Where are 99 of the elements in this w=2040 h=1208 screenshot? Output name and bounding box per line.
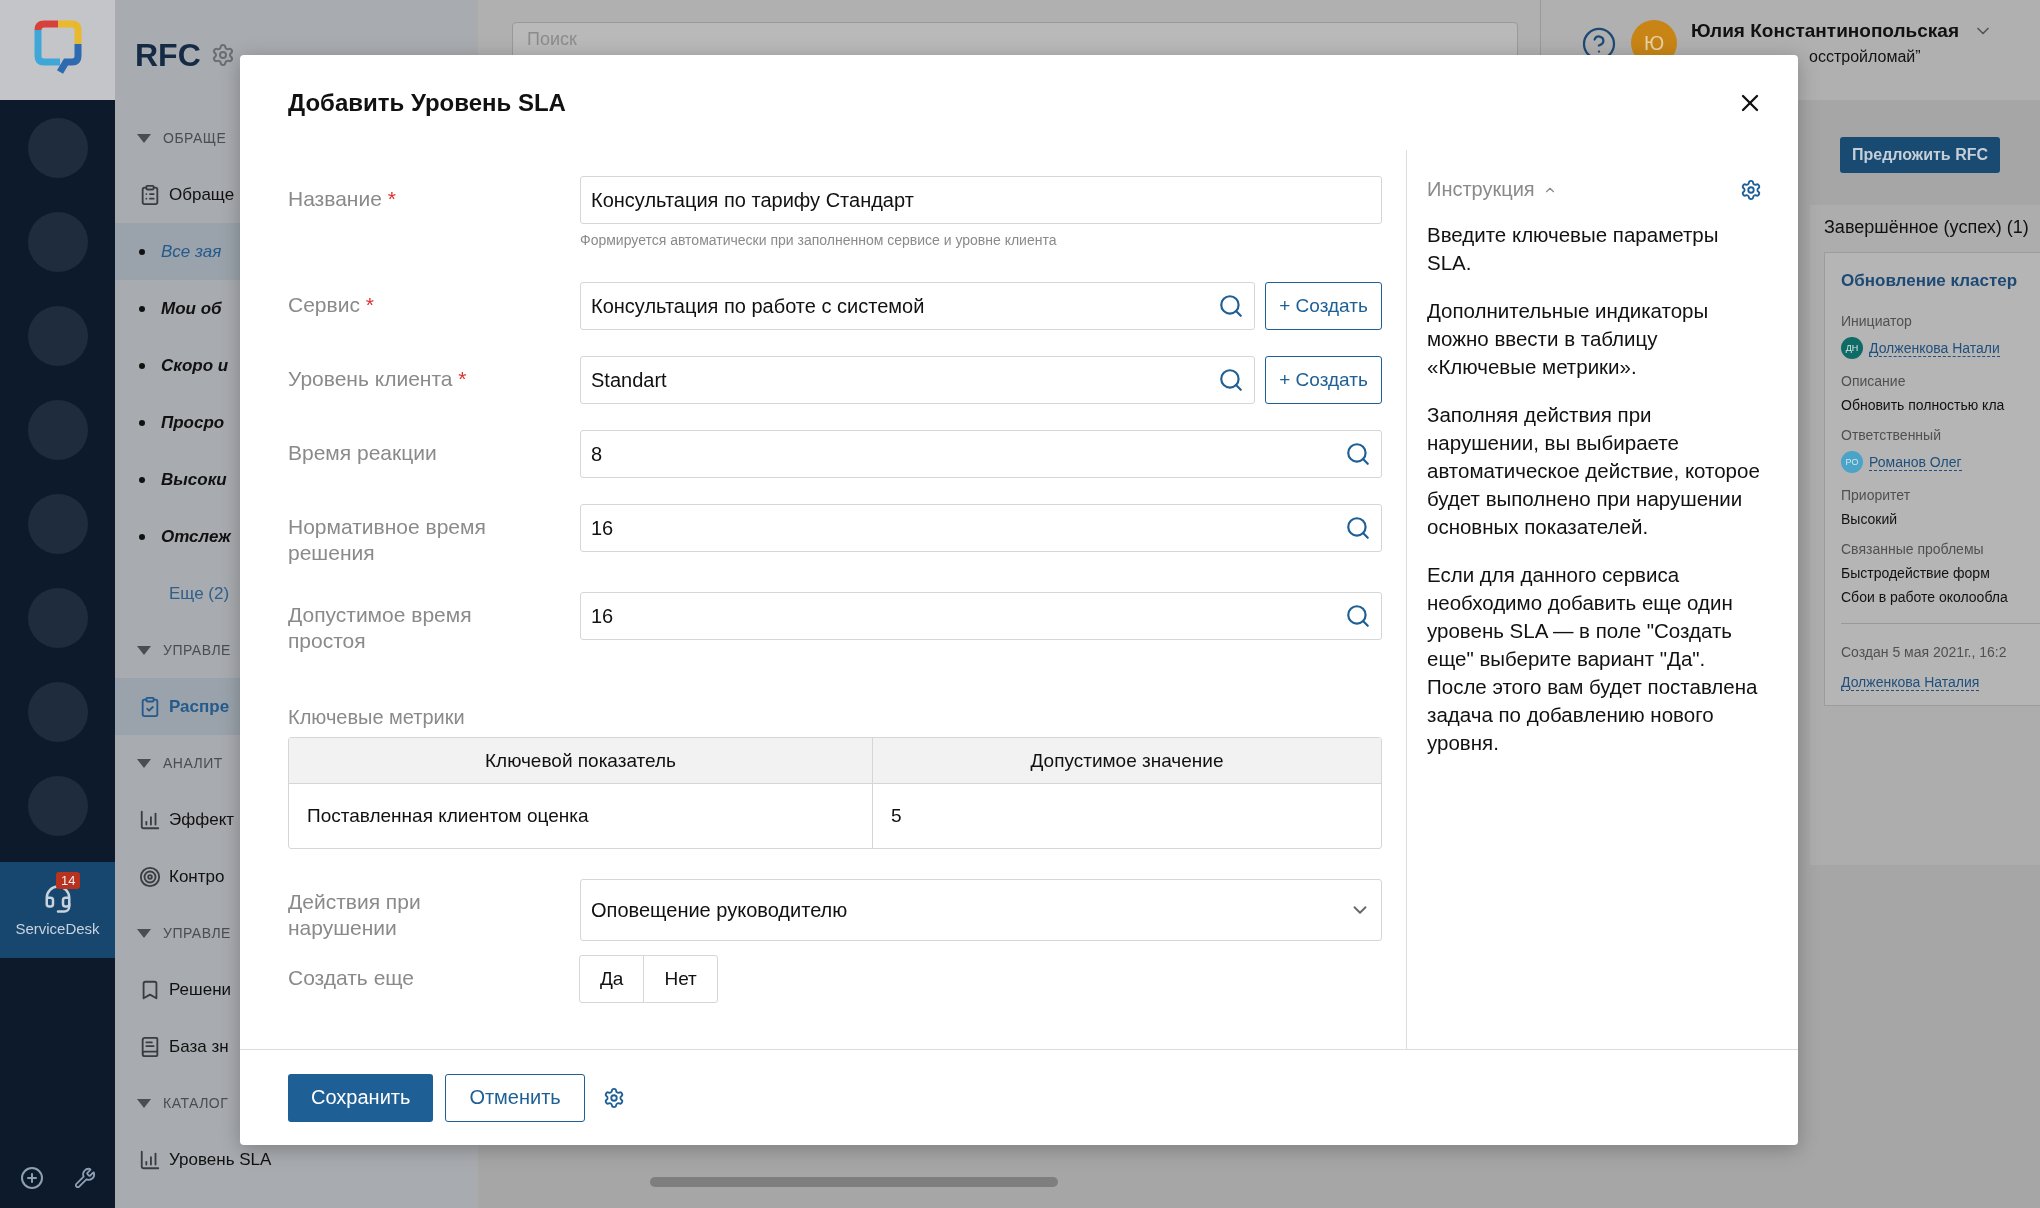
field-label: Допустимое время простоя <box>288 602 473 654</box>
nav-item[interactable]: Контро <box>169 866 225 887</box>
input-field[interactable]: Консультация по работе с системой <box>580 282 1255 330</box>
section-heading: АНАЛИТ <box>163 755 223 771</box>
scrollbar[interactable] <box>650 1177 1058 1187</box>
search-icon[interactable] <box>1345 603 1371 629</box>
table-cell[interactable]: Поставленная клиентом оценка <box>289 784 873 848</box>
clipboard-icon <box>139 183 161 206</box>
field-label: Ответственный <box>1841 427 1942 443</box>
caret-icon[interactable] <box>137 928 151 938</box>
caret-icon[interactable] <box>137 1098 151 1108</box>
nav-item[interactable]: Просро <box>161 412 225 433</box>
search-icon[interactable] <box>1345 441 1371 467</box>
person-link[interactable]: Долженкова Натали <box>1869 339 2000 357</box>
create-button[interactable]: + Создать <box>1265 282 1382 330</box>
create-button[interactable]: + Создать <box>1265 356 1382 404</box>
nav-item[interactable]: База зн <box>169 1036 229 1057</box>
settings-icon[interactable] <box>1740 178 1762 201</box>
input-field[interactable]: Консультация по тарифу Стандарт <box>580 176 1382 224</box>
column-header: Ключевой показатель <box>289 738 873 784</box>
column-title: Завершённое (успех) (1) <box>1823 217 2030 238</box>
search-icon[interactable] <box>1345 515 1371 541</box>
nav-item[interactable]: Эффект <box>169 809 235 830</box>
bullet-icon <box>139 305 145 312</box>
field-label: Уровень клиента * <box>288 366 468 392</box>
field-label: Нормативное время решения <box>288 514 487 566</box>
section-label: Ключевые метрики <box>288 706 466 729</box>
field-label: Сервис * <box>288 292 375 318</box>
user-name[interactable]: Юлия Константинопольская <box>1691 20 1959 42</box>
select-field[interactable]: Оповещение руководителю <box>580 879 1382 941</box>
section-heading: ОБРАЩЕ <box>163 130 227 146</box>
count-badge: 14 <box>56 872 81 889</box>
cancel-button[interactable]: Отменить <box>445 1073 585 1122</box>
task-card[interactable] <box>1824 252 2040 706</box>
book-icon <box>139 1035 161 1058</box>
table-cell[interactable]: 5 <box>873 784 1381 848</box>
bullet-icon <box>139 419 145 426</box>
field-label: Создать еще <box>288 965 416 991</box>
settings-icon <box>602 1086 625 1109</box>
bullet-icon <box>139 533 145 540</box>
servicedesk-item[interactable]: 14 ServiceDesk <box>0 862 115 958</box>
search-icon[interactable] <box>1218 293 1244 319</box>
nav-item[interactable]: Скоро и <box>161 355 229 376</box>
field-value: Сбои в работе околообла <box>1841 589 2009 605</box>
field-label: Связанные проблемы <box>1841 541 1985 557</box>
save-button[interactable]: Сохранить <box>288 1073 434 1122</box>
field-label: Описание <box>1841 373 1907 389</box>
created-date: Создан 5 мая 2021г., 16:2 <box>1841 644 2008 660</box>
bullet-icon <box>139 362 145 369</box>
bullet-icon <box>139 476 145 483</box>
person-link[interactable]: Романов Олег <box>1869 453 1962 471</box>
field-value: Высокий <box>1841 511 1899 527</box>
chart-icon <box>139 808 161 831</box>
instruction-paragraph: Дополнительные индикаторы можно ввести в таблицу «Ключевые метрики». <box>1427 298 1710 380</box>
field-value: Обновить полностью кла <box>1841 397 2006 413</box>
nav-item[interactable]: Уровень SLA <box>169 1149 272 1170</box>
nav-item[interactable]: Отслеж <box>161 526 231 547</box>
person-avatar: ДН <box>1841 337 1863 359</box>
field-label: Приоритет <box>1841 487 1912 503</box>
wrench-icon[interactable] <box>73 1167 96 1189</box>
section-heading: УПРАВЛЕ <box>163 925 231 941</box>
target-icon <box>139 865 161 888</box>
field-label: Время реакции <box>288 440 438 466</box>
section-heading: КАТАЛОГ <box>163 1095 229 1111</box>
person-avatar: РО <box>1841 451 1863 473</box>
field-hint: Формируется автоматически при заполненном сервисе и уровне клиента <box>580 232 1058 248</box>
instruction-paragraph: Заполняя действия при нарушении, вы выбираете автоматическое действие, которое будет выполнено при нарушении основных показателей. <box>1427 402 1761 540</box>
nav-item[interactable]: Обраще <box>169 184 235 205</box>
caret-icon[interactable] <box>137 645 151 655</box>
input-field[interactable]: 8 <box>580 430 1382 478</box>
nav-item[interactable]: Решени <box>169 979 232 1000</box>
propose-button[interactable]: Предложить RFC <box>1840 137 2001 173</box>
bullet-icon <box>139 248 145 255</box>
input-field[interactable]: Standart <box>580 356 1255 404</box>
field-label: Инициатор <box>1841 313 1913 329</box>
search-icon[interactable] <box>1218 367 1244 393</box>
author-link[interactable]: Долженкова Наталия <box>1841 674 1980 691</box>
caret-icon[interactable] <box>137 758 151 768</box>
chart-icon <box>139 1148 161 1171</box>
clipboard-icon <box>139 695 161 718</box>
instruction-paragraph: Введите ключевые параметры SLA. <box>1427 222 1720 276</box>
section-title: RFC <box>135 36 201 74</box>
option-button[interactable]: Нет <box>643 955 718 1003</box>
nav-item[interactable]: Мои об <box>161 298 222 319</box>
field-label: Название * <box>288 186 397 212</box>
card-title[interactable]: Обновление кластер <box>1841 271 2040 291</box>
field-value: Быстродействие форм <box>1841 565 1991 581</box>
field-label: Действия при нарушении <box>288 889 422 941</box>
add-icon[interactable] <box>19 1166 44 1190</box>
instruction-paragraph: Если для данного сервиса необходимо добавить еще один уровень SLA — в поле "Создать еще" выберите вариант "Да". После этого вам будет поставлена задача по добавлению нового уровня. <box>1427 562 1759 756</box>
caret-icon[interactable] <box>137 133 151 143</box>
column-header: Допустимое значение <box>873 738 1381 784</box>
section-heading: УПРАВЛЕ <box>163 642 231 658</box>
input-field[interactable]: 16 <box>580 504 1382 552</box>
option-button[interactable]: Да <box>579 955 645 1003</box>
input-field[interactable]: 16 <box>580 592 1382 640</box>
nav-item[interactable]: Высоки <box>161 469 227 490</box>
user-organization: осстройломай” <box>1808 48 1922 66</box>
dialog-title: Добавить Уровень SLA <box>288 88 566 117</box>
